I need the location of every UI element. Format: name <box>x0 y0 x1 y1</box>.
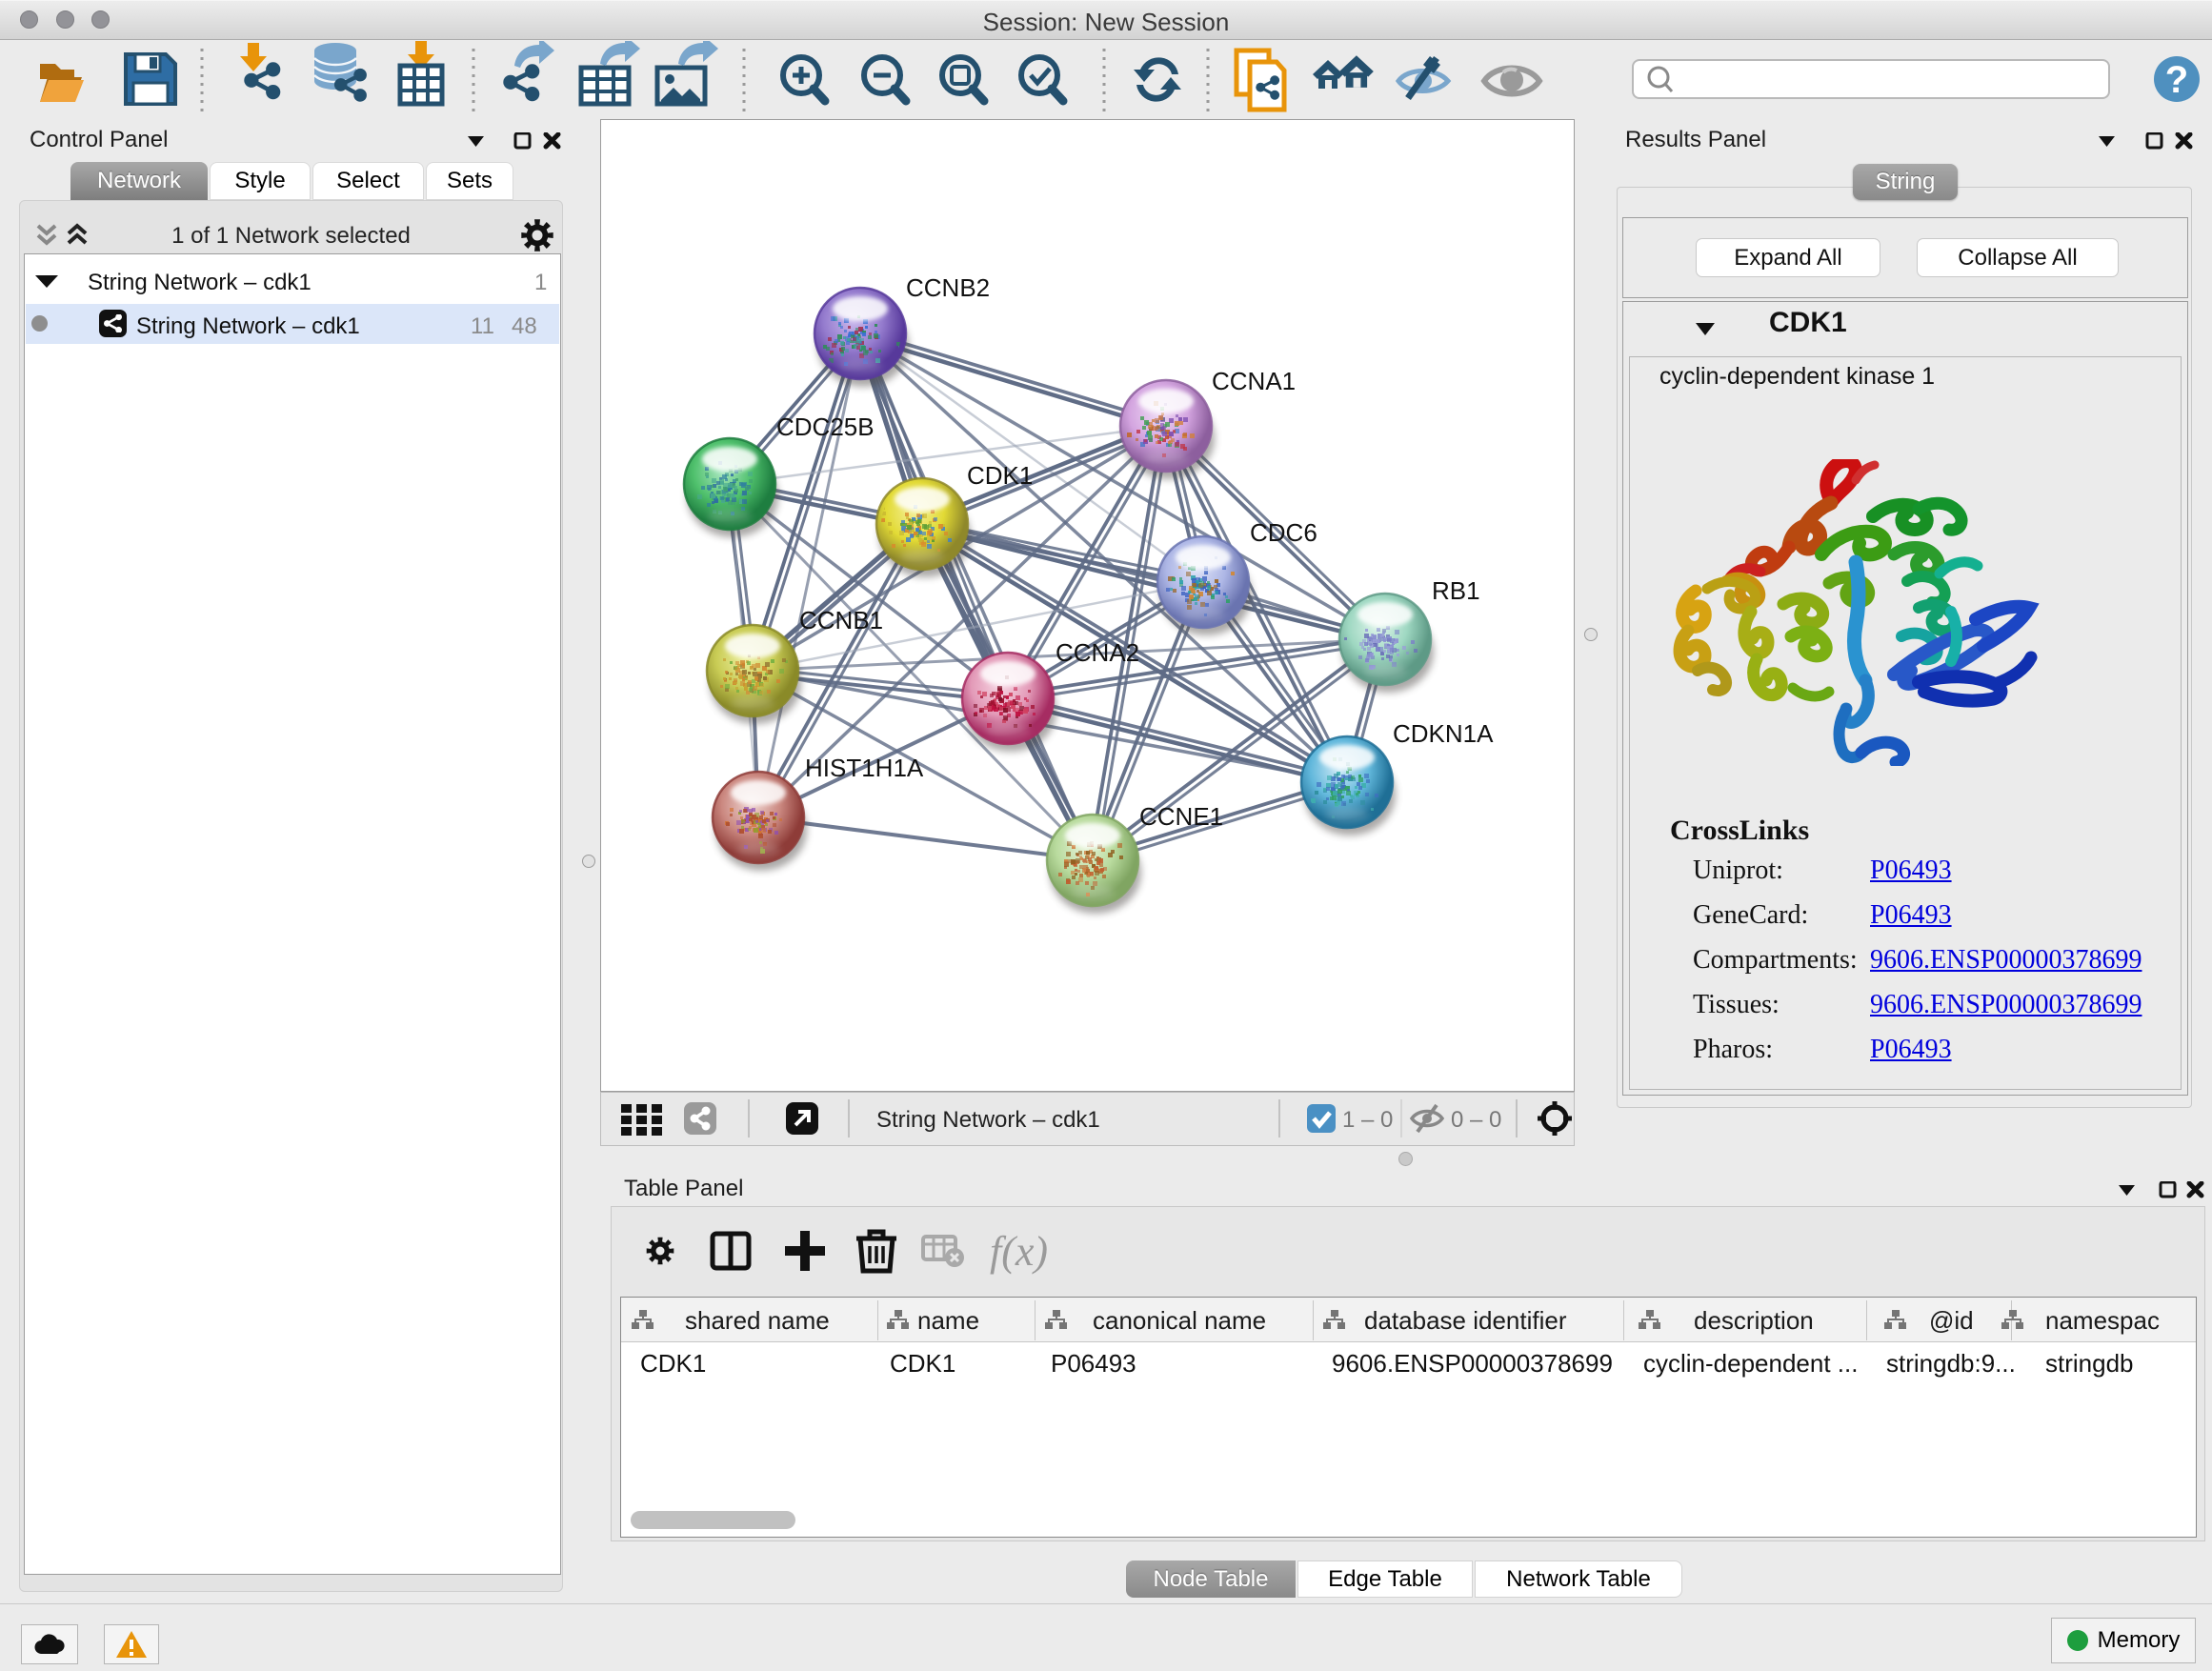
svg-text:CCNA2: CCNA2 <box>1056 638 1139 667</box>
svg-text:CDKN1A: CDKN1A <box>1393 719 1494 748</box>
svg-text:CCNE1: CCNE1 <box>1139 802 1223 831</box>
svg-text:CDC25B: CDC25B <box>776 413 875 441</box>
svg-text:RB1: RB1 <box>1432 576 1480 605</box>
svg-text:CDC6: CDC6 <box>1250 518 1317 547</box>
svg-text:HIST1H1A: HIST1H1A <box>805 754 924 782</box>
svg-text:CDK1: CDK1 <box>967 461 1033 490</box>
svg-text:1 – 0: 1 – 0 <box>1342 1107 1393 1133</box>
svg-text:f(x): f(x) <box>990 1228 1048 1275</box>
svg-text:CCNA1: CCNA1 <box>1212 367 1296 395</box>
svg-text:?: ? <box>2165 59 2188 101</box>
svg-text:CCNB2: CCNB2 <box>906 273 990 302</box>
svg-text:CCNB1: CCNB1 <box>799 606 883 634</box>
svg-text:String Network – cdk1: String Network – cdk1 <box>876 1107 1100 1133</box>
svg-text:0 – 0: 0 – 0 <box>1451 1107 1501 1133</box>
